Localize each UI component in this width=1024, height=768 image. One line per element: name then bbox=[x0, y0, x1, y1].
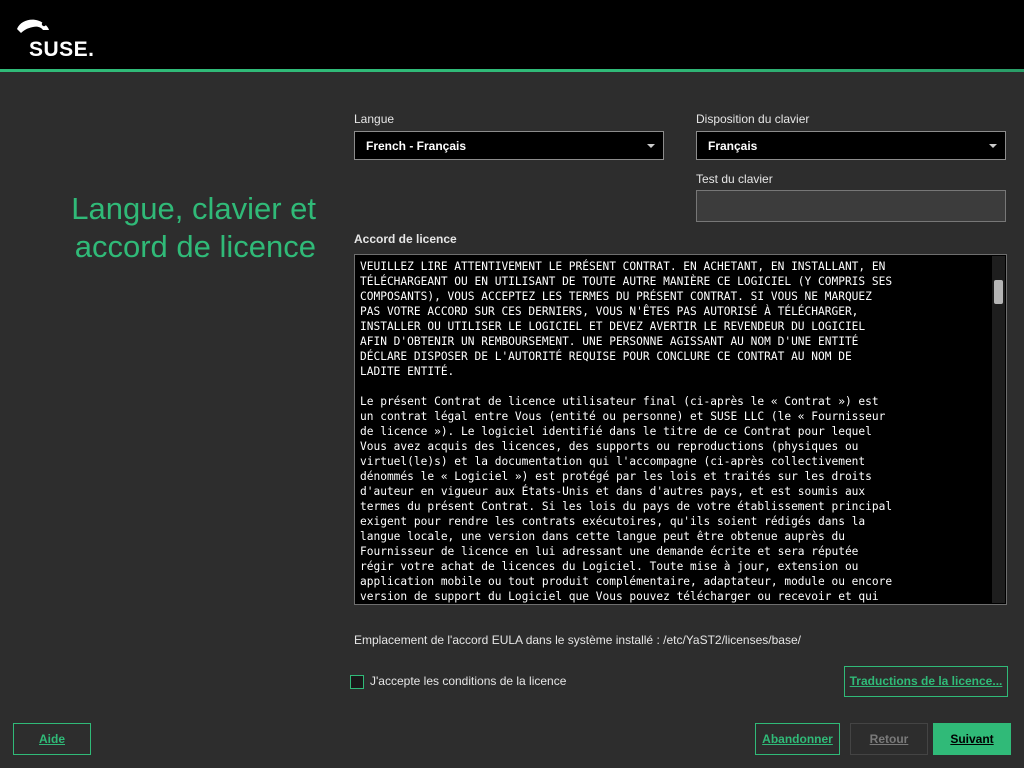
license-translations-button[interactable]: Traductions de la licence... bbox=[844, 666, 1008, 697]
page-title: Langue, clavier et accord de licence bbox=[71, 191, 316, 264]
license-text-area[interactable]: VEUILLEZ LIRE ATTENTIVEMENT LE PRÉSENT C… bbox=[354, 254, 1007, 605]
keyboard-test-input[interactable] bbox=[696, 190, 1006, 222]
language-select-value: French - Français bbox=[366, 139, 467, 153]
header-accent-line bbox=[0, 69, 1024, 72]
next-button[interactable]: Suivant bbox=[933, 723, 1011, 755]
accept-license-checkbox[interactable] bbox=[350, 675, 364, 689]
chevron-down-icon bbox=[647, 144, 655, 148]
accept-license-label[interactable]: J'accepte les conditions de la licence bbox=[370, 674, 566, 688]
help-button[interactable]: Aide bbox=[13, 723, 91, 755]
language-select[interactable]: French - Français bbox=[354, 131, 664, 160]
header-bar: SUSE. bbox=[0, 0, 1024, 69]
logo-text: SUSE. bbox=[29, 38, 95, 61]
keyboard-select[interactable]: Français bbox=[696, 131, 1006, 160]
chevron-down-icon bbox=[989, 144, 997, 148]
keyboard-label: Disposition du clavier bbox=[696, 112, 810, 126]
abort-button[interactable]: Abandonner bbox=[755, 723, 840, 755]
keyboard-test-label: Test du clavier bbox=[696, 172, 773, 186]
license-text: VEUILLEZ LIRE ATTENTIVEMENT LE PRÉSENT C… bbox=[360, 260, 893, 603]
license-label: Accord de licence bbox=[354, 232, 457, 246]
suse-logo: SUSE. bbox=[13, 15, 94, 61]
back-button[interactable]: Retour bbox=[850, 723, 928, 755]
eula-location-text: Emplacement de l'accord EULA dans le sys… bbox=[354, 633, 801, 647]
keyboard-select-value: Français bbox=[708, 139, 758, 153]
language-label: Langue bbox=[354, 112, 395, 126]
license-scrollbar[interactable] bbox=[992, 256, 1005, 603]
scrollbar-thumb[interactable] bbox=[994, 280, 1003, 304]
